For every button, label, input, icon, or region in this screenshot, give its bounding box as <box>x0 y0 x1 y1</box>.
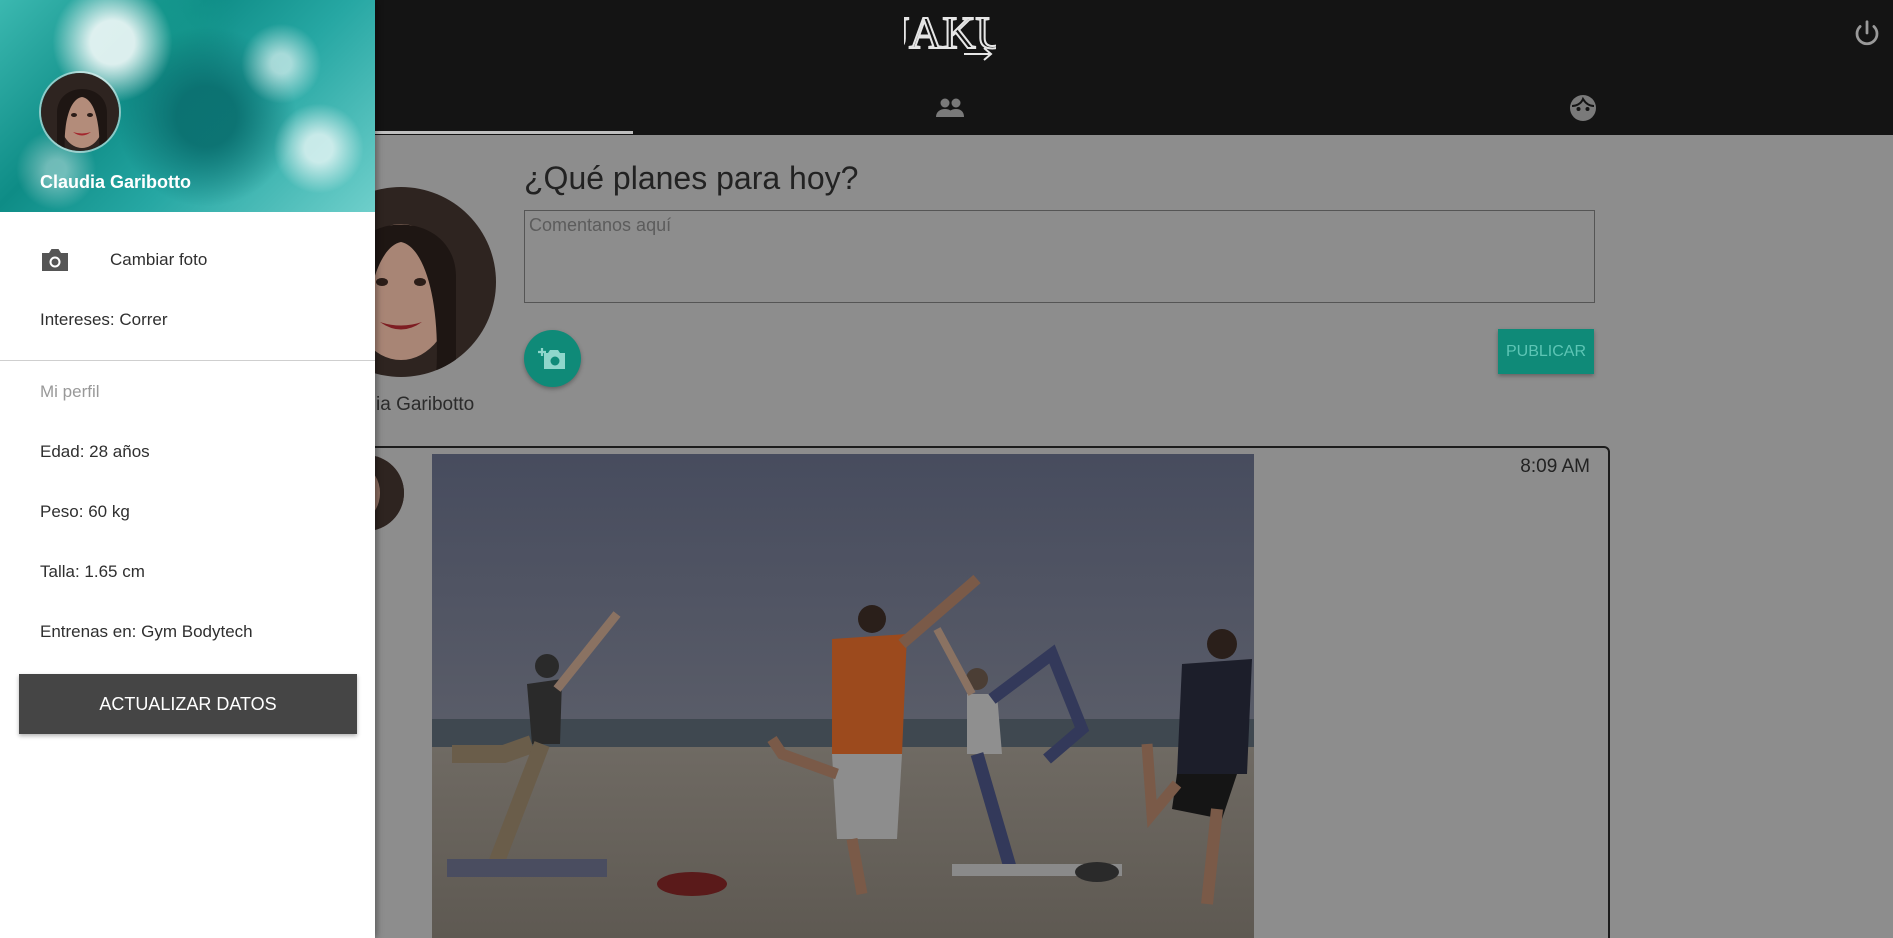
side-drawer: Claudia Garibotto Cambiar foto Intereses… <box>0 0 375 938</box>
app-logo: JAKU <box>904 6 996 61</box>
add-photo-button[interactable] <box>524 330 581 387</box>
age-text: Edad: 28 años <box>40 442 150 461</box>
post-photo <box>432 454 1254 938</box>
profile-section-label: Mi perfil <box>40 382 100 401</box>
publish-button[interactable]: PUBLICAR <box>1498 329 1594 374</box>
people-icon <box>936 98 964 117</box>
comment-input[interactable] <box>524 210 1595 303</box>
power-icon[interactable] <box>1852 18 1882 48</box>
tab-profile[interactable] <box>1533 80 1633 135</box>
post-time: 8:09 AM <box>1520 456 1590 477</box>
camera-icon[interactable] <box>40 247 70 273</box>
add-photo-icon <box>537 347 565 369</box>
svg-text:JAKU: JAKU <box>904 7 996 58</box>
drawer-avatar <box>39 71 121 153</box>
composer-title: ¿Qué planes para hoy? <box>524 160 859 196</box>
height-text: Talla: 1.65 cm <box>40 562 145 581</box>
drawer-divider <box>0 360 375 361</box>
interests-text: Intereses: Correr <box>40 310 168 329</box>
composer-user-name: ia Garibotto <box>376 394 475 415</box>
drawer-header: Claudia Garibotto <box>0 0 375 212</box>
weight-text: Peso: 60 kg <box>40 502 130 521</box>
update-data-button[interactable]: ACTUALIZAR DATOS <box>19 674 357 734</box>
face-icon <box>1570 94 1596 121</box>
active-tab-indicator <box>375 131 633 134</box>
drawer-user-name: Claudia Garibotto <box>40 172 192 192</box>
gym-text: Entrenas en: Gym Bodytech <box>40 622 253 641</box>
tab-friends[interactable] <box>900 80 1000 135</box>
change-photo-link[interactable]: Cambiar foto <box>110 250 207 270</box>
